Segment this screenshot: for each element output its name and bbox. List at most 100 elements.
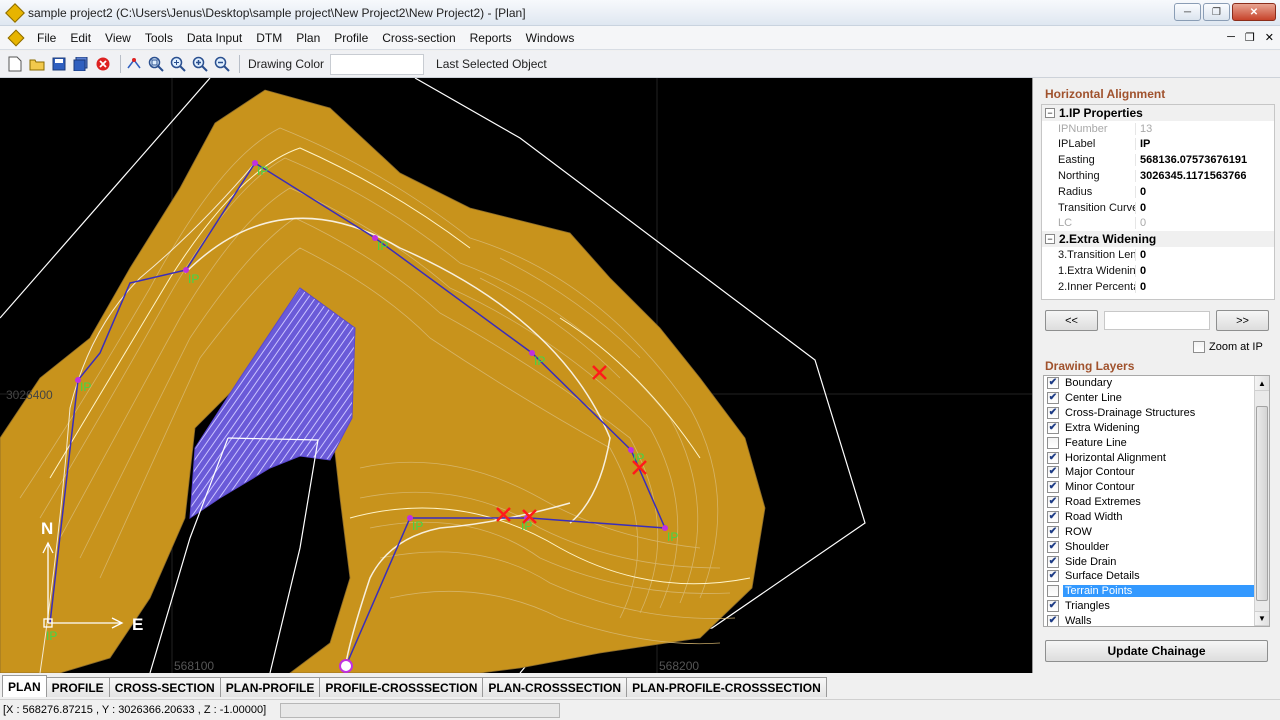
ip-point-selected[interactable]: [339, 659, 353, 673]
prop-row[interactable]: Northing 3026345.1171563766: [1042, 168, 1274, 184]
tab-profile[interactable]: PROFILE: [45, 677, 110, 697]
layer-checkbox[interactable]: ✔: [1047, 481, 1059, 494]
scroll-down-icon[interactable]: ▼: [1255, 611, 1269, 626]
layer-item[interactable]: ✔ Boundary: [1044, 376, 1269, 391]
drawing-color-picker[interactable]: [330, 53, 425, 75]
save-icon[interactable]: [50, 55, 68, 73]
layers-scrollbar[interactable]: ▲ ▼: [1254, 376, 1269, 626]
zoom-out-icon[interactable]: [213, 55, 231, 73]
prop-row[interactable]: Transition Curve Ler 0: [1042, 200, 1274, 216]
ip-property-grid[interactable]: −1.IP Properties IPNumber 13 IPLabel IP Ea…: [1041, 104, 1275, 300]
prop-row[interactable]: Easting 568136.07573676191: [1042, 152, 1274, 168]
zoom-in-icon[interactable]: [191, 55, 209, 73]
layer-item[interactable]: ✔ Major Contour: [1044, 465, 1269, 480]
zoom-extents-icon[interactable]: [169, 55, 187, 73]
prop-row[interactable]: 3.Transition Length 0: [1042, 247, 1274, 263]
menu-profile[interactable]: Profile: [327, 31, 375, 45]
menu-edit[interactable]: Edit: [63, 31, 98, 45]
prop-value[interactable]: 3026345.1171563766: [1140, 170, 1246, 182]
document-icon[interactable]: [7, 29, 25, 46]
tab-cross-section[interactable]: CROSS-SECTION: [108, 677, 221, 697]
prop-value[interactable]: 0: [1140, 281, 1146, 293]
layer-checkbox[interactable]: ✔: [1047, 451, 1059, 464]
collapse-icon[interactable]: −: [1045, 234, 1055, 245]
maximize-button[interactable]: ❐: [1203, 3, 1230, 21]
previous-ip-button[interactable]: <<: [1045, 310, 1098, 331]
layer-checkbox[interactable]: ✔: [1047, 555, 1059, 568]
layer-item[interactable]: Terrain Points: [1044, 584, 1269, 599]
layer-item[interactable]: ✔ Triangles: [1044, 599, 1269, 614]
category-ip-properties[interactable]: −1.IP Properties: [1042, 105, 1274, 121]
ip-navigation-field[interactable]: [1104, 311, 1210, 330]
menu-tools[interactable]: Tools: [138, 31, 180, 45]
menu-view[interactable]: View: [98, 31, 138, 45]
layer-checkbox[interactable]: ✔: [1047, 392, 1059, 405]
layer-item[interactable]: ✔ Minor Contour: [1044, 480, 1269, 495]
layer-checkbox[interactable]: ✔: [1047, 600, 1059, 613]
layer-checkbox[interactable]: ✔: [1047, 614, 1059, 626]
prop-value[interactable]: 0: [1140, 202, 1146, 214]
layer-item[interactable]: ✔ Shoulder: [1044, 539, 1269, 554]
layer-checkbox[interactable]: [1047, 436, 1059, 449]
tab-plan-crosssection[interactable]: PLAN-CROSSSECTION: [482, 677, 628, 697]
menu-dtm[interactable]: DTM: [249, 31, 289, 45]
layer-item[interactable]: Feature Line: [1044, 435, 1269, 450]
tab-profile-crosssection[interactable]: PROFILE-CROSSSECTION: [319, 677, 484, 697]
layer-checkbox[interactable]: ✔: [1047, 377, 1059, 390]
menu-windows[interactable]: Windows: [519, 31, 582, 45]
update-chainage-button[interactable]: Update Chainage: [1045, 640, 1268, 662]
mdi-minimize-button[interactable]: ─: [1227, 31, 1235, 44]
tab-plan-profile-crosssection[interactable]: PLAN-PROFILE-CROSSSECTION: [626, 677, 827, 697]
zoom-window-icon[interactable]: [147, 55, 165, 73]
prop-value[interactable]: 0: [1140, 249, 1146, 261]
menu-data-input[interactable]: Data Input: [180, 31, 249, 45]
next-ip-button[interactable]: >>: [1216, 310, 1269, 331]
tab-plan[interactable]: PLAN: [2, 675, 47, 697]
scroll-up-icon[interactable]: ▲: [1255, 376, 1269, 391]
layer-item[interactable]: ✔ Road Extremes: [1044, 495, 1269, 510]
layer-checkbox[interactable]: ✔: [1047, 511, 1059, 524]
prop-value[interactable]: 0: [1140, 186, 1146, 198]
prop-row[interactable]: Radius 0: [1042, 184, 1274, 200]
layer-checkbox[interactable]: ✔: [1047, 570, 1059, 583]
layer-item[interactable]: ✔ Road Width: [1044, 510, 1269, 525]
new-file-icon[interactable]: [6, 55, 24, 73]
menu-plan[interactable]: Plan: [289, 31, 327, 45]
layer-item[interactable]: ✔ Walls: [1044, 614, 1269, 626]
layer-item[interactable]: ✔ Side Drain: [1044, 554, 1269, 569]
menu-file[interactable]: File: [30, 31, 63, 45]
layer-checkbox[interactable]: ✔: [1047, 421, 1059, 434]
save-all-icon[interactable]: [72, 55, 90, 73]
prop-row[interactable]: IPNumber 13: [1042, 121, 1274, 137]
tab-plan-profile[interactable]: PLAN-PROFILE: [219, 677, 321, 697]
layer-item[interactable]: ✔ ROW: [1044, 524, 1269, 539]
prop-row[interactable]: 1.Extra Widening(m) 0: [1042, 263, 1274, 279]
minimize-button[interactable]: ─: [1174, 3, 1201, 21]
prop-row[interactable]: 2.Inner Percentage : 0: [1042, 279, 1274, 295]
open-folder-icon[interactable]: [28, 55, 46, 73]
layer-checkbox[interactable]: ✔: [1047, 525, 1059, 538]
layer-checkbox[interactable]: ✔: [1047, 496, 1059, 509]
drawing-layers-list[interactable]: ✔ Boundary ✔ Center Line ✔ Cross-Drainage Str…: [1043, 375, 1270, 627]
collapse-icon[interactable]: −: [1045, 107, 1055, 118]
layer-item[interactable]: ✔ Horizontal Alignment: [1044, 450, 1269, 465]
checkbox[interactable]: [1193, 341, 1205, 353]
layer-checkbox[interactable]: [1047, 585, 1059, 598]
layer-item[interactable]: ✔ Cross-Drainage Structures: [1044, 406, 1269, 421]
prop-value[interactable]: 568136.07573676191: [1140, 154, 1247, 166]
prop-row[interactable]: LC 0: [1042, 216, 1274, 232]
zoom-at-ip-checkbox[interactable]: Zoom at IP: [1193, 341, 1263, 353]
category-extra-widening[interactable]: −2.Extra Widening: [1042, 231, 1274, 248]
prop-row[interactable]: IPLabel IP: [1042, 137, 1274, 153]
prop-value[interactable]: IP: [1140, 138, 1150, 150]
layer-checkbox[interactable]: ✔: [1047, 540, 1059, 553]
menu-cross-section[interactable]: Cross-section: [375, 31, 462, 45]
mdi-close-button[interactable]: ✕: [1265, 31, 1274, 44]
layer-item[interactable]: ✔ Extra Widening: [1044, 421, 1269, 436]
menu-reports[interactable]: Reports: [463, 31, 519, 45]
plan-drawing-canvas[interactable]: IP IP IP IP IP IP IP IP IP IP 3026400 56…: [0, 78, 1033, 673]
close-window-button[interactable]: ✕: [1232, 3, 1276, 21]
select-tool-icon[interactable]: [125, 55, 143, 73]
layer-checkbox[interactable]: ✔: [1047, 466, 1059, 479]
mdi-restore-button[interactable]: ❐: [1245, 31, 1255, 44]
